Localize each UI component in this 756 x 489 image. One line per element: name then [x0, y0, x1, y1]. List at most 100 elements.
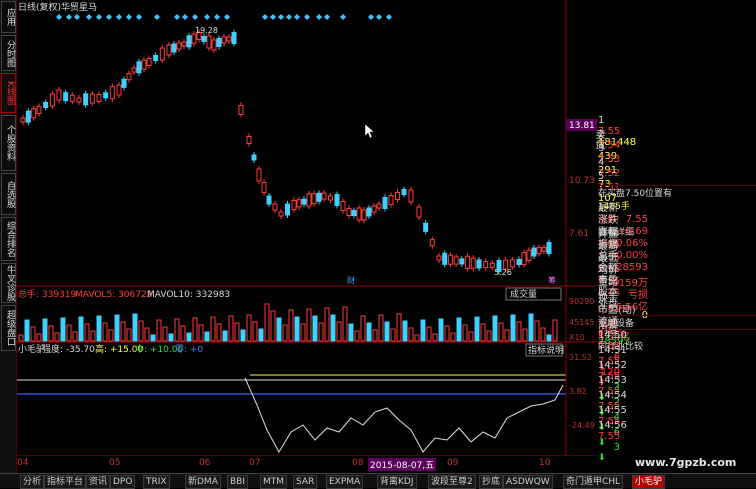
volume-bar — [522, 328, 528, 342]
candle — [311, 193, 317, 205]
signal-marker — [56, 14, 62, 20]
volume-bar — [294, 316, 300, 342]
sidebar-item[interactable]: 应用 — [1, 1, 16, 33]
candle — [201, 36, 207, 42]
volume-bar — [42, 318, 48, 342]
candle — [416, 206, 422, 218]
candle — [256, 168, 262, 182]
signal-markers — [56, 14, 392, 20]
chart-area[interactable]: 日线(复权) 华贸星马 19.28 5.26 财 筹 13.81 10.73 7… — [17, 0, 597, 456]
candle — [361, 209, 367, 221]
candle — [296, 199, 302, 208]
candle — [388, 195, 394, 205]
volume-bar — [288, 309, 294, 342]
candle — [31, 108, 37, 119]
order-level: 5 — [598, 171, 605, 182]
indicator-pane[interactable]: 小毛驴 强度: -35.70 高: +15.00 中: +10.00 零: +0… — [17, 342, 595, 456]
candle — [49, 93, 55, 107]
signal-marker — [386, 14, 392, 20]
candle — [136, 61, 142, 74]
signal-marker — [204, 14, 210, 20]
indicator-axis-tick: 3.82 — [569, 387, 587, 396]
candle — [103, 92, 109, 99]
volume-bar — [258, 328, 264, 342]
volume-bar — [270, 310, 276, 342]
finance-marker[interactable]: 财 — [347, 275, 355, 285]
volume-bar — [174, 318, 180, 342]
volume-bar — [66, 324, 72, 342]
volume-bar — [300, 323, 306, 342]
volume-pane[interactable]: 总手: 339319 MAVOL5: 306722 MAVOL10: 33298… — [17, 286, 597, 343]
signal-marker — [174, 14, 180, 20]
price-pane[interactable]: 19.28 5.26 财 筹 13.81 10.73 7.61 — [17, 0, 597, 287]
volume-bar — [18, 334, 24, 342]
buy-info: 在买盘7.50位置有 1485手 买单! 查看详细 — [598, 185, 756, 238]
date-axis-label: 05 — [109, 458, 121, 468]
volume-bar — [168, 333, 174, 342]
signal-marker — [106, 14, 112, 20]
volume-bar — [108, 329, 114, 342]
candle — [476, 259, 482, 269]
signal-marker — [368, 14, 374, 20]
candle — [191, 33, 197, 44]
candle — [89, 93, 95, 104]
candle — [221, 36, 227, 44]
volume-bar — [228, 315, 234, 342]
candle — [131, 67, 137, 73]
volume-bar — [144, 327, 150, 342]
signal-marker — [340, 14, 346, 20]
signal-marker — [304, 14, 310, 20]
quote-row: 振幅 0.00% 均价 7.55 — [598, 235, 756, 287]
period-label[interactable]: 日线(复权) — [18, 1, 61, 13]
date-axis-label: 10 — [539, 458, 551, 468]
volume-bar — [264, 303, 270, 342]
volume-bar — [114, 314, 120, 342]
order-book-row[interactable]: 2 7.54 439 — [598, 129, 756, 162]
order-book-row[interactable]: 5 7.51 107 — [598, 171, 756, 204]
volume-bar — [396, 313, 402, 342]
quote-label: 外盘 — [598, 299, 618, 310]
sidebar-item[interactable]: 个股资料 — [1, 115, 16, 171]
volume-bar — [372, 329, 378, 342]
volume-button[interactable]: 成交量 — [510, 288, 537, 300]
sidebar-item[interactable]: K线图 — [1, 73, 16, 113]
signal-marker — [376, 14, 382, 20]
candle — [526, 249, 532, 261]
signal-marker — [286, 14, 292, 20]
volume-bar — [120, 321, 126, 342]
candle — [531, 247, 537, 257]
sidebar-item[interactable]: 自选股 — [1, 173, 16, 215]
order-book-row[interactable]: 1 7.55 181448 — [598, 115, 756, 148]
price-axis-tick: 10.73 — [569, 176, 595, 186]
volume-bar — [318, 322, 324, 342]
candle — [346, 208, 352, 216]
price-axis-tick: 7.61 — [569, 229, 589, 239]
sidebar-item[interactable]: 牛叉诊股 — [1, 263, 16, 303]
order-book-row[interactable]: 4 7.52 73 — [598, 157, 756, 190]
indicator-strength: 强度: -35.70 — [42, 343, 95, 355]
candle — [76, 97, 82, 103]
sidebar-item[interactable]: 超级盘口 — [1, 305, 16, 351]
chip-marker[interactable]: 筹 — [548, 275, 556, 285]
volume-bar — [126, 328, 132, 342]
volume-bar — [204, 331, 210, 342]
indicator-axis-tick: -24.49 — [569, 421, 595, 430]
sidebar-item[interactable]: 综合排名 — [1, 217, 16, 261]
indicator-help-button[interactable]: 指标说明 — [528, 344, 564, 356]
sector-name[interactable]: 专用设备 — [598, 316, 756, 329]
sidebar-item[interactable]: 分时图 — [1, 35, 16, 71]
tick-volume: 3 — [613, 442, 620, 453]
indicator-tabs: 分析 指标平台 资讯 DPO TRIX 新DMA BBI MTM SAR EXPMA 背离KDJ 波段… — [0, 473, 756, 489]
candle — [356, 207, 362, 221]
quote-row: 涨幅 +10.06% 最低 7.55 — [598, 223, 756, 275]
signal-marker — [74, 14, 80, 20]
order-book-row[interactable]: 3 7.53 291 — [598, 143, 756, 176]
signal-marker — [316, 14, 322, 20]
volume-bar — [360, 315, 366, 342]
candle — [483, 261, 489, 269]
date-axis-label: 09 — [447, 458, 459, 468]
volume-bar — [252, 321, 258, 342]
candle — [121, 78, 127, 88]
candle — [395, 192, 400, 200]
volume-bar — [156, 319, 162, 342]
